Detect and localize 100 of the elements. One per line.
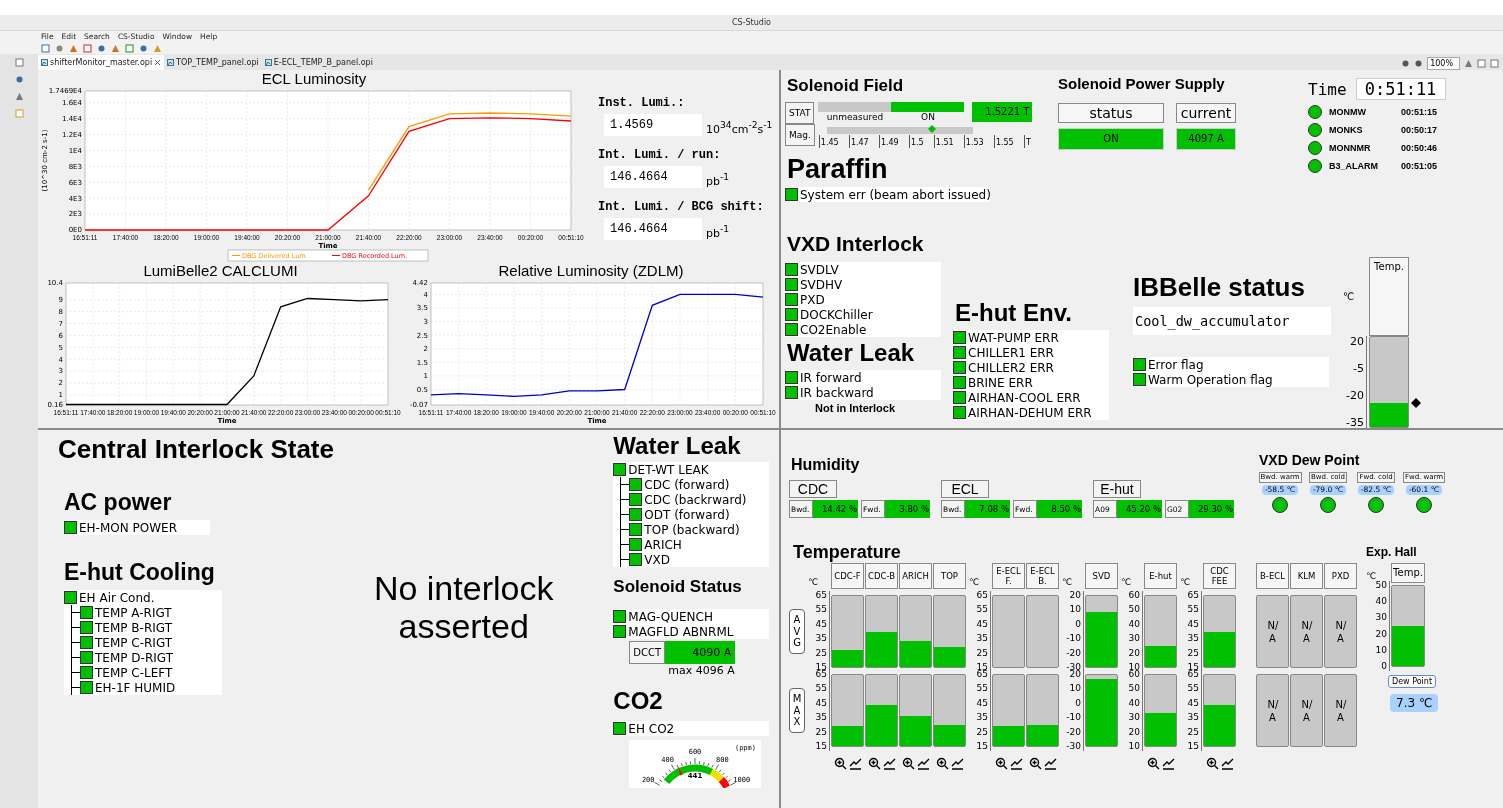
section-title: IBBelle status [1133, 272, 1305, 303]
status-label: CDC (backrward) [643, 492, 747, 507]
section-title: Central Interlock State [58, 434, 334, 465]
scale-label: 40 [1375, 597, 1387, 607]
scale-label: -20 [1066, 648, 1081, 658]
scale-label: 65 [815, 670, 827, 679]
row-label: MAX [789, 688, 805, 733]
trend-icon[interactable] [950, 756, 964, 770]
scale-label: 1.51 [933, 135, 954, 148]
scale-label: 0 [1381, 661, 1387, 671]
unit-label: ℃ [1121, 577, 1133, 589]
interlock-note: Not in Interlock [814, 402, 897, 414]
scale-label: 15 [815, 741, 827, 751]
section-title: VXD Dew Point [1259, 452, 1360, 468]
scale-label: 1.45 [818, 135, 839, 148]
scale-label: 65 [976, 670, 988, 679]
scale-label: 65 [815, 591, 827, 600]
chart-title: ECL Luminosity [261, 70, 367, 88]
scale-label: 30 [1375, 613, 1387, 623]
scale-label: 45 [976, 619, 988, 629]
group-label: ECL [941, 480, 989, 498]
scale-label: 1.55 [993, 135, 1014, 148]
scale-label: 60 [1128, 591, 1140, 600]
status-label: MAGFLD ABNRML [627, 624, 734, 639]
zoom-in-icon[interactable] [935, 756, 949, 770]
editor-tab[interactable]: TOP_TEMP_panel.opi [164, 55, 262, 70]
readout-value: 1.4569 [604, 114, 702, 136]
status-label: VXD [643, 552, 671, 567]
readout-label: Int. Lumi. / BCG shift: [598, 200, 765, 214]
scale-label: 40 [1128, 698, 1140, 708]
gauge-value: N/A [1267, 697, 1278, 724]
section-title: Solenoid Field [787, 76, 904, 96]
chart-title: Relative Luminosity (ZDLM) [498, 262, 684, 280]
column-header: current [1176, 103, 1236, 123]
zoom-in-icon[interactable] [1205, 756, 1219, 770]
chart-title: LumiBelle2 CALCLUMI [143, 262, 298, 280]
group-label: E-hut [1093, 480, 1141, 498]
max-note: max 4096 A [667, 664, 736, 677]
scale-label: 30 [1128, 634, 1140, 644]
scale-label: 15 [976, 741, 988, 751]
status-label: DOCKChiller [799, 307, 873, 322]
scale-label: 25 [815, 727, 827, 737]
scale-label: 0 [1075, 698, 1081, 708]
window-title: CS-Studio [0, 15, 1503, 31]
unit-label: 10$^{34}$cm$^{-2}$s$^{-1}$ [706, 119, 773, 136]
column-header: TOP [933, 563, 966, 589]
scale-label: 55 [815, 605, 827, 615]
zoom-in-icon[interactable] [1146, 756, 1160, 770]
trend-icon[interactable] [1043, 756, 1057, 770]
state-label: ON [921, 112, 935, 122]
zoom-in-icon[interactable] [833, 756, 847, 770]
scale-label: T [1023, 135, 1031, 148]
unit-label: ℃ [1366, 571, 1378, 581]
trend-icon[interactable] [1220, 756, 1234, 770]
close-icon[interactable] [154, 59, 162, 66]
scale-label: -10 [1066, 713, 1081, 723]
row-label: AVG [789, 609, 805, 654]
status-label: ARICH [643, 537, 682, 552]
monitor-name: MONKS [1328, 125, 1364, 135]
trend-icon[interactable] [916, 756, 930, 770]
unit-label: ℃ [1180, 577, 1192, 589]
scale-label: 45 [1187, 619, 1199, 629]
section-title: Solenoid Status [613, 577, 742, 597]
editor-tab[interactable]: shifterMonitor_master.opi [38, 55, 165, 70]
status-label: MAG-QUENCH [627, 609, 713, 624]
stat-label: STAT [785, 102, 815, 124]
section-title: VXD Interlock [787, 232, 924, 256]
time-label: Time [1308, 79, 1347, 99]
editor-tab[interactable]: E-ECL_TEMP_B_panel.opi [261, 55, 376, 70]
scale-label: 35 [1187, 713, 1199, 723]
column-header: E-ECL B. [1026, 563, 1059, 589]
status-label: IR forward [799, 370, 862, 385]
section-title: Water Leak [787, 339, 915, 367]
zoom-dropdown[interactable]: 100% [1427, 57, 1460, 70]
monitor-name: MONNMR [1328, 143, 1372, 153]
section-title: E-hut Cooling [64, 559, 215, 586]
unit-label: ℃ [808, 577, 820, 589]
trend-icon[interactable] [1009, 756, 1023, 770]
trend-icon[interactable] [848, 756, 862, 770]
status-label: Error flag [1147, 357, 1204, 372]
section-title: Exp. Hall [1366, 545, 1417, 559]
file-icon [41, 59, 48, 66]
scale-label: 45 [1187, 698, 1199, 708]
humidity-value: 8.50 % [1037, 500, 1082, 518]
scale-label: 25 [1187, 727, 1199, 737]
column-header: E-hut [1144, 563, 1177, 589]
trend-icon[interactable] [882, 756, 896, 770]
section-title: E-hut Env. [955, 299, 1072, 327]
column-header: KLM [1290, 563, 1323, 589]
zoom-in-icon[interactable] [867, 756, 881, 770]
zoom-in-icon[interactable] [1028, 756, 1042, 770]
scale-label: 20 [1375, 629, 1387, 639]
dew-point-button[interactable]: Dew Point [1388, 675, 1437, 688]
scale-label: 20 [1069, 591, 1081, 600]
humidity-value: 29.30 % [1189, 500, 1234, 518]
file-icon [167, 59, 175, 66]
trend-icon[interactable] [1161, 756, 1175, 770]
zoom-in-icon[interactable] [901, 756, 915, 770]
status-label: BRINE ERR [967, 375, 1033, 390]
zoom-in-icon[interactable] [994, 756, 1008, 770]
